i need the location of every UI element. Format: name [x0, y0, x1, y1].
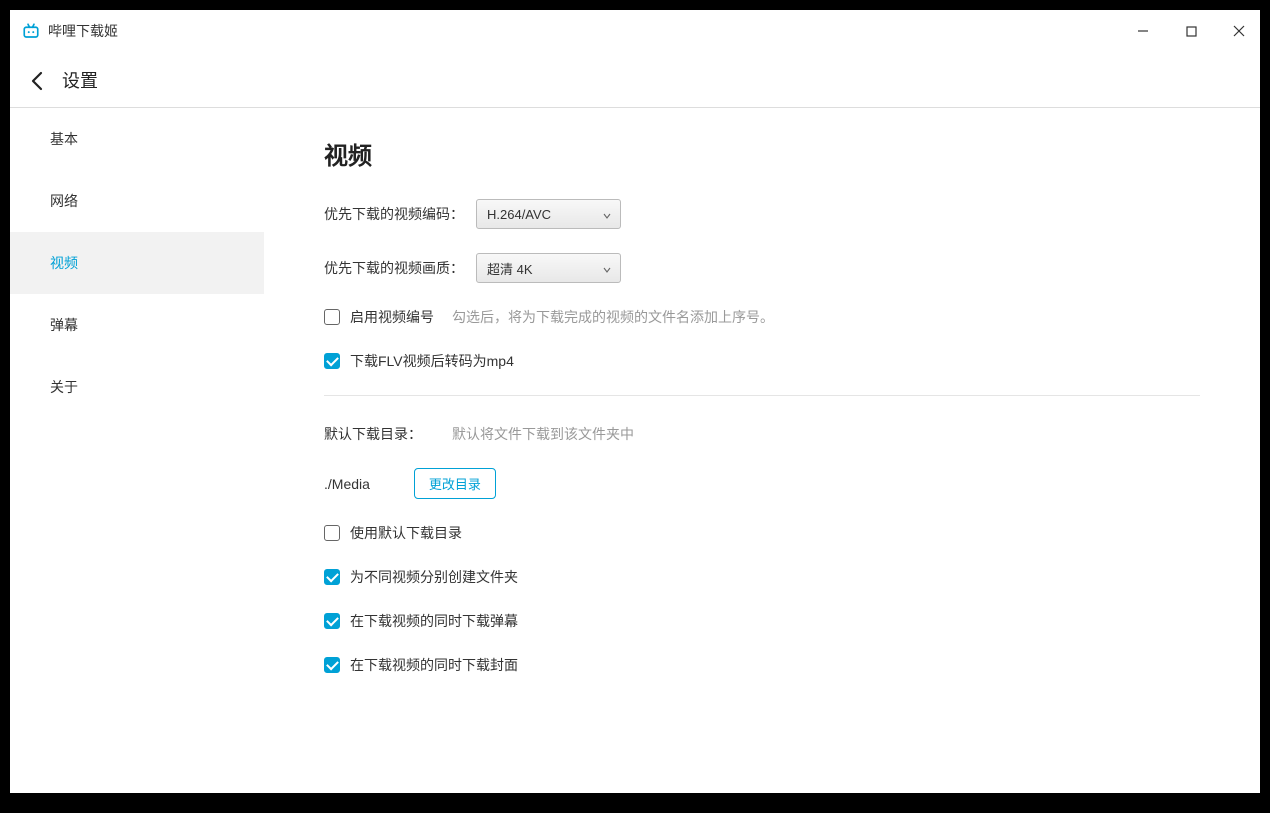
- divider: [324, 395, 1200, 396]
- use-default-dir-label: 使用默认下载目录: [350, 523, 462, 543]
- default-dir-hint: 默认将文件下载到该文件夹中: [452, 424, 634, 444]
- chevron-down-icon: [602, 263, 612, 273]
- create-folders-label: 为不同视频分别创建文件夹: [350, 567, 518, 587]
- content-panel: 视频 优先下载的视频编码： H.264/AVC 优先下载的视频画质： 超清 4K: [264, 108, 1260, 793]
- back-icon[interactable]: [30, 71, 48, 89]
- dl-danmaku-row: 在下载视频的同时下载弹幕: [324, 611, 1200, 631]
- enable-number-row: 启用视频编号 勾选后，将为下载完成的视频的文件名添加上序号。: [324, 307, 1200, 327]
- default-dir-label: 默认下载目录：: [324, 424, 422, 444]
- section-title: 视频: [324, 136, 1200, 171]
- path-row: ./Media 更改目录: [324, 468, 1200, 499]
- create-folders-row: 为不同视频分别创建文件夹: [324, 567, 1200, 587]
- flv-to-mp4-label: 下载FLV视频后转码为mp4: [350, 351, 514, 371]
- change-dir-button[interactable]: 更改目录: [414, 468, 496, 499]
- page-header: 设置: [10, 52, 1260, 108]
- sidebar-item-basic[interactable]: 基本: [10, 108, 264, 170]
- dl-cover-label: 在下载视频的同时下载封面: [350, 655, 518, 675]
- enable-number-checkbox[interactable]: [324, 309, 340, 325]
- dl-cover-checkbox[interactable]: [324, 657, 340, 673]
- close-button[interactable]: [1230, 22, 1248, 40]
- enable-number-hint: 勾选后，将为下载完成的视频的文件名添加上序号。: [452, 307, 774, 327]
- codec-row: 优先下载的视频编码： H.264/AVC: [324, 199, 1200, 229]
- quality-value: 超清 4K: [487, 259, 533, 278]
- create-folders-checkbox[interactable]: [324, 569, 340, 585]
- maximize-button[interactable]: [1182, 22, 1200, 40]
- sidebar: 基本 网络 视频 弹幕 关于: [10, 108, 264, 793]
- default-dir-row: 默认下载目录： 默认将文件下载到该文件夹中: [324, 424, 1200, 444]
- sidebar-item-network[interactable]: 网络: [10, 170, 264, 232]
- sidebar-item-about[interactable]: 关于: [10, 356, 264, 418]
- sidebar-label: 视频: [50, 253, 78, 273]
- sidebar-label: 弹幕: [50, 315, 78, 335]
- sidebar-label: 基本: [50, 129, 78, 149]
- body: 基本 网络 视频 弹幕 关于 视频 优先下载的视频编码： H.264/AVC 优…: [10, 108, 1260, 793]
- codec-select[interactable]: H.264/AVC: [476, 199, 621, 229]
- flv-to-mp4-row: 下载FLV视频后转码为mp4: [324, 351, 1200, 371]
- use-default-dir-checkbox[interactable]: [324, 525, 340, 541]
- codec-label: 优先下载的视频编码：: [324, 204, 464, 224]
- titlebar: 哔哩下载姬: [10, 10, 1260, 52]
- dl-cover-row: 在下载视频的同时下载封面: [324, 655, 1200, 675]
- app-window: 哔哩下载姬 设置 基本 网络 视频 弹幕 关于: [10, 10, 1260, 793]
- minimize-button[interactable]: [1134, 22, 1152, 40]
- sidebar-label: 网络: [50, 191, 78, 211]
- quality-label: 优先下载的视频画质：: [324, 258, 464, 278]
- sidebar-item-video[interactable]: 视频: [10, 232, 264, 294]
- download-path: ./Media: [324, 476, 370, 492]
- app-title: 哔哩下载姬: [48, 21, 1134, 41]
- quality-select[interactable]: 超清 4K: [476, 253, 621, 283]
- codec-value: H.264/AVC: [487, 207, 551, 222]
- use-default-dir-row: 使用默认下载目录: [324, 523, 1200, 543]
- chevron-down-icon: [602, 209, 612, 219]
- flv-to-mp4-checkbox[interactable]: [324, 353, 340, 369]
- quality-row: 优先下载的视频画质： 超清 4K: [324, 253, 1200, 283]
- page-title: 设置: [62, 67, 98, 93]
- dl-danmaku-label: 在下载视频的同时下载弹幕: [350, 611, 518, 631]
- enable-number-label: 启用视频编号: [350, 307, 434, 327]
- sidebar-item-danmaku[interactable]: 弹幕: [10, 294, 264, 356]
- window-controls: [1134, 22, 1248, 40]
- sidebar-label: 关于: [50, 377, 78, 397]
- app-icon: [22, 22, 40, 40]
- dl-danmaku-checkbox[interactable]: [324, 613, 340, 629]
